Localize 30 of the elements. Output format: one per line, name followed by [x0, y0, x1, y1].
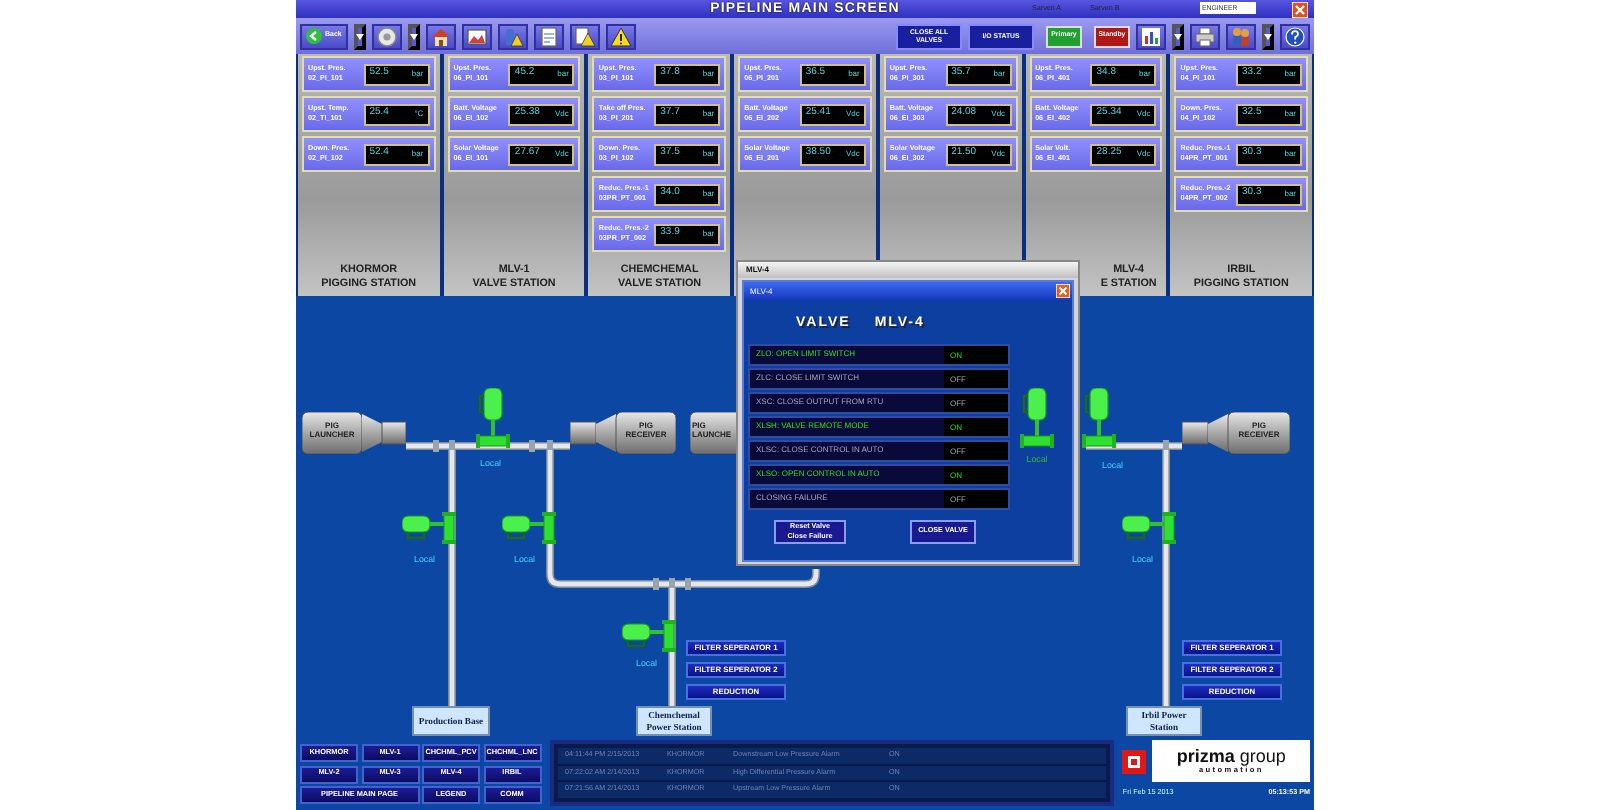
document-button[interactable]: [533, 23, 564, 49]
printer-button[interactable]: [1190, 23, 1220, 49]
back-arrow-icon: [306, 28, 322, 44]
help-button[interactable]: [1280, 23, 1310, 49]
close-icon[interactable]: [1292, 1, 1308, 17]
valve-icon[interactable]: [402, 512, 456, 544]
caret-icon: [1174, 33, 1182, 39]
users-button[interactable]: [1226, 23, 1256, 49]
picture-button[interactable]: [461, 23, 492, 49]
gear-button[interactable]: [371, 23, 402, 49]
close-icon[interactable]: [1056, 284, 1070, 298]
valve-icon[interactable]: [502, 512, 556, 544]
warning-button[interactable]: [605, 23, 636, 49]
valve-icon[interactable]: [1020, 387, 1054, 447]
dropdown-button[interactable]: [1172, 23, 1184, 49]
caret-icon: [409, 33, 418, 39]
valve-icon[interactable]: [622, 620, 676, 652]
bar-chart-button[interactable]: [1136, 23, 1166, 49]
valve-icon[interactable]: [1082, 388, 1116, 448]
logo-icon: [1122, 749, 1147, 773]
dropdown-button[interactable]: [1262, 23, 1274, 49]
users-warning-button[interactable]: [497, 23, 528, 49]
caret-icon: [355, 33, 364, 39]
document-warning-button[interactable]: [569, 23, 600, 49]
home-button[interactable]: [425, 23, 456, 49]
dropdown-button[interactable]: [407, 23, 420, 49]
dropdown-button[interactable]: [353, 23, 366, 49]
caret-icon: [1264, 33, 1272, 39]
valve-icon[interactable]: [1122, 512, 1176, 544]
valve-icon[interactable]: [476, 388, 510, 448]
